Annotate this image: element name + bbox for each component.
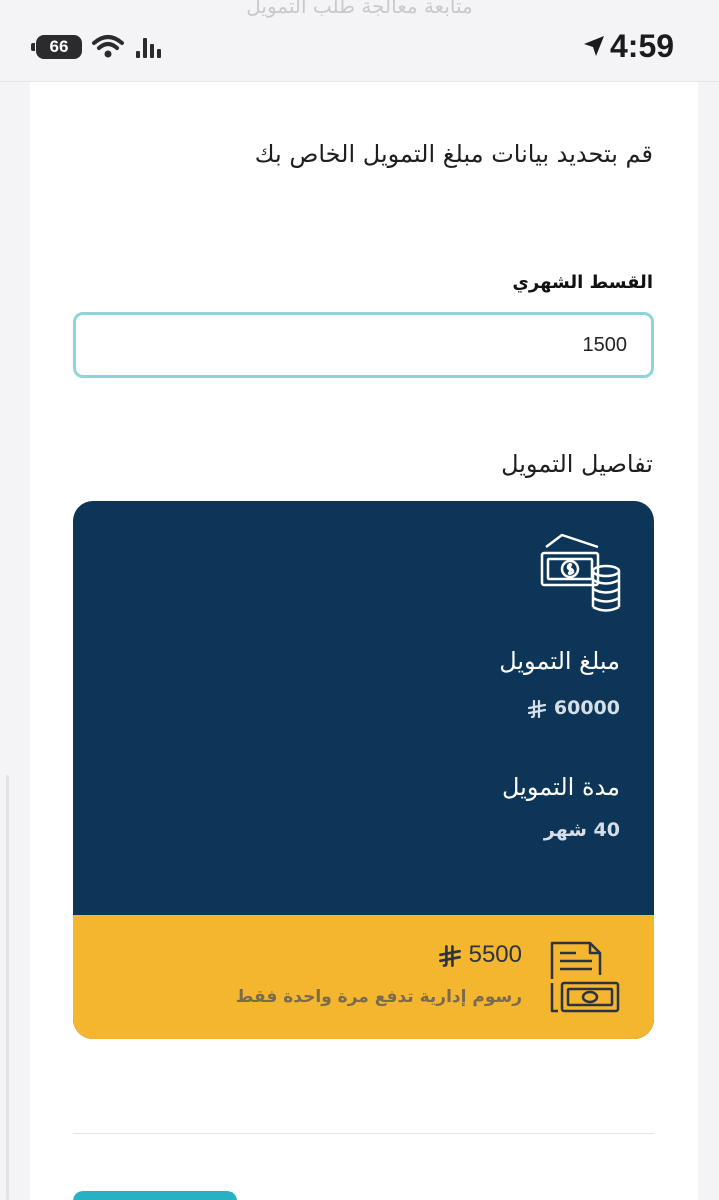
divider [73, 1133, 654, 1134]
status-bar: 66 4:59 [0, 0, 719, 82]
wifi-icon [92, 35, 124, 58]
riyal-icon [439, 944, 461, 967]
fee-value: 5500 [468, 941, 522, 968]
location-arrow-icon [584, 36, 604, 56]
finance-details-card: مبلغ التمويل 60000 مدة التمويل 40 شهر 55… [73, 501, 654, 1039]
amount-label: مبلغ التمويل [499, 647, 620, 675]
riyal-icon [528, 699, 547, 718]
fee-value-row: 5500 [222, 941, 522, 969]
installment-input[interactable] [73, 312, 654, 378]
status-time: 4:59 [610, 28, 675, 64]
cellular-signal-icon [136, 38, 161, 58]
duration-value: 40 شهر [543, 819, 620, 841]
amount-value: 60000 [553, 697, 620, 719]
battery-indicator: 66 [31, 35, 82, 59]
intro-text: قم بتحديد بيانات مبلغ التمويل الخاص بك [254, 140, 653, 168]
continue-button[interactable] [73, 1191, 237, 1200]
admin-fee-band: 5500 رسوم إدارية تدفع مرة واحدة فقط [73, 915, 654, 1039]
scroll-indicator[interactable] [6, 775, 9, 1200]
invoice-icon [550, 941, 620, 1013]
installment-label: القسط الشهري [512, 272, 653, 293]
money-stack-icon [540, 533, 621, 612]
details-title: تفاصيل التمويل [501, 450, 653, 478]
amount-value-row: 60000 [320, 697, 620, 719]
duration-label: مدة التمويل [501, 773, 620, 801]
fee-note: رسوم إدارية تدفع مرة واحدة فقط [235, 987, 522, 1007]
